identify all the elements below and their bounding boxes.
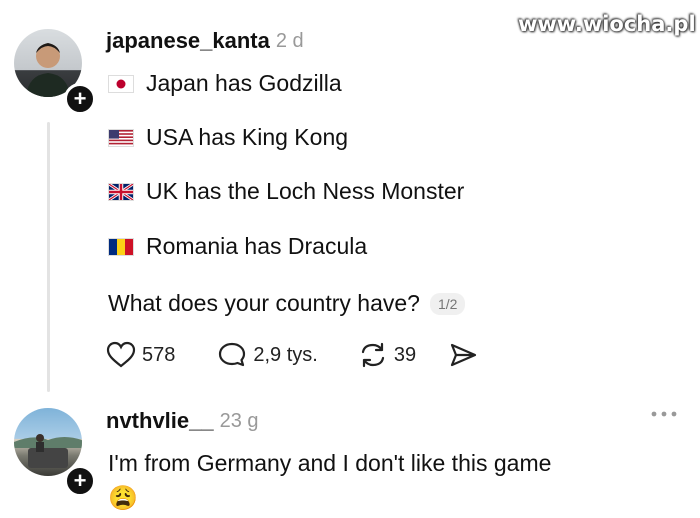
repost-count: 39 — [393, 343, 417, 366]
uk-flag-icon — [108, 182, 134, 201]
comment-button[interactable]: 2,9 tys. — [217, 341, 318, 369]
post-username[interactable]: japanese_kanta — [106, 28, 270, 54]
japan-flag-icon — [108, 74, 134, 93]
watermark: www.wiocha.pl — [518, 12, 696, 36]
like-count: 578 — [142, 343, 176, 366]
post-line: USA has King Kong — [108, 124, 348, 151]
repost-icon — [361, 342, 384, 368]
weary-face-emoji: 😩 — [108, 485, 138, 512]
post-line: Japan has Godzilla — [108, 70, 342, 97]
romania-flag-icon — [108, 237, 134, 256]
post-time: 2 d — [275, 29, 304, 52]
reply-time: 23 g — [219, 409, 259, 432]
page-indicator: 1/2 — [429, 292, 466, 315]
share-icon — [451, 343, 477, 367]
comment-icon — [219, 342, 246, 367]
repost-button[interactable]: 39 — [358, 341, 416, 369]
heart-icon — [106, 341, 136, 368]
post-line-text: Romania has Dracula — [146, 233, 368, 259]
post-line-text: USA has King Kong — [146, 124, 349, 150]
usa-flag-icon — [108, 128, 134, 147]
share-button[interactable] — [448, 341, 484, 369]
comment-count: 2,9 tys. — [253, 343, 318, 366]
thread-line — [47, 122, 50, 392]
follow-plus-icon[interactable]: + — [64, 83, 96, 115]
follow-plus-icon[interactable]: + — [64, 465, 96, 497]
more-icon — [651, 411, 677, 417]
more-options-button[interactable] — [650, 407, 678, 425]
like-button[interactable]: 578 — [106, 341, 175, 369]
post-line-text: Japan has Godzilla — [146, 70, 342, 96]
post-line: UK has the Loch Ness Monster — [108, 178, 464, 205]
reply-username[interactable]: nvthvlie__ — [106, 408, 214, 434]
reply-text: I'm from Germany and I don't like this g… — [108, 450, 552, 476]
post-line-text: UK has the Loch Ness Monster — [146, 178, 465, 204]
post-line: Romania has Dracula — [108, 233, 367, 260]
post-question: What does your country have? — [108, 290, 420, 316]
